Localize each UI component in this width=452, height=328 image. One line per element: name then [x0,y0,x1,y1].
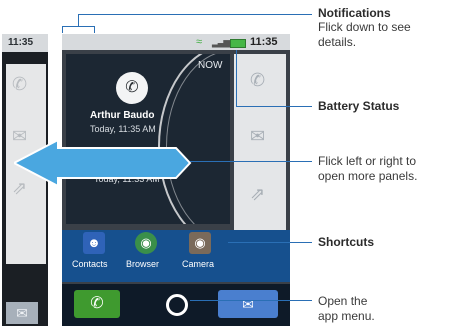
phone-button[interactable]: ✆ [74,290,120,318]
notifications-bracket [62,26,94,27]
shortcuts-callout-line [228,242,312,243]
notifications-bracket [62,26,63,33]
status-bar[interactable]: ≈ ▂▃▅ 11:35 [62,34,290,50]
camera-icon: ◉ [189,232,211,254]
flick-callout: Flick left or right to open more panels. [318,154,450,184]
menu-callout: Open the app menu. [318,294,450,324]
shortcuts-callout: Shortcuts [318,235,450,249]
phone-icon[interactable]: ✆ [250,70,265,91]
battery-title: Battery Status [318,99,400,113]
menu-callout-line [190,300,312,301]
call-time: Today, 11:35 AM [90,124,156,134]
notifications-title: Notifications [318,6,391,20]
notifications-callout-line [78,14,79,26]
menu-desc: app menu. [318,309,375,323]
battery-callout-line [236,50,237,106]
battery-callout: Battery Status [318,99,450,113]
notifications-desc: Flick down to see [318,20,411,34]
dock: ✆ ✉ [62,284,290,326]
menu-desc: Open the [318,294,368,308]
shortcuts-title: Shortcuts [318,235,375,249]
shortcut-label: Contacts [72,259,108,269]
arrow-icon[interactable]: ⇗ [250,184,265,205]
flick-desc: Flick left or right to [318,154,417,168]
flick-desc: open more panels. [318,169,418,183]
menu-circle-icon[interactable] [166,294,188,316]
left-panel-time: 11:35 [2,34,48,52]
notifications-callout: Notifications Flick down to see details. [318,6,450,50]
phone-icon: ✆ [12,74,28,94]
mail-icon[interactable]: ✉ [250,126,265,147]
missed-call-icon: ✆ [116,72,148,104]
flick-arrow-shape [14,138,192,188]
shortcut-label: Camera [182,259,215,269]
shortcuts-bar: ☻ Contacts ◉ Browser ◉ Camera [62,230,290,282]
shortcut-camera[interactable]: ◉ Camera [178,230,222,278]
contacts-icon: ☻ [83,232,105,254]
battery-icon [230,39,246,48]
shortcut-browser[interactable]: ◉ Browser [124,230,168,278]
flick-arrow [14,138,192,188]
caller-name: Arthur Baudo [90,110,155,121]
quick-actions-strip: ✆ ✉ ⇗ [234,54,286,236]
globe-icon: ◉ [135,232,157,254]
battery-callout-line [236,106,312,107]
shortcut-label: Browser [126,259,160,269]
flick-callout-line [190,161,312,162]
notifications-desc: details. [318,35,357,49]
wifi-icon: ≈ [196,36,203,48]
status-time: 11:35 [250,36,278,48]
now-badge: NOW [198,60,223,71]
mail-button[interactable]: ✉ [218,290,278,318]
notifications-bracket [94,26,95,33]
shortcut-contacts[interactable]: ☻ Contacts [72,230,116,278]
notifications-callout-line [78,14,312,15]
left-mail-button[interactable]: ✉ [6,302,38,324]
signal-bars-icon: ▂▃▅ [212,37,231,48]
